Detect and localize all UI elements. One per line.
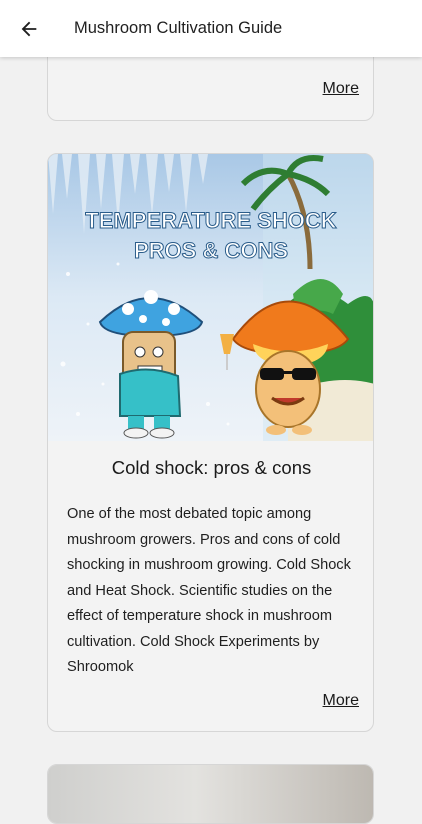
- article-description: One of the most debated topic among mush…: [67, 506, 351, 675]
- arrow-left-icon: [21, 21, 37, 37]
- thumbnail-heading-1: TEMPERATURE SHOCK: [85, 208, 336, 233]
- article-title: Cold shock: pros & cons: [111, 457, 312, 478]
- article-thumbnail: [48, 765, 373, 823]
- article-thumbnail: TEMPERATURE SHOCK PROS & CONS: [48, 154, 373, 441]
- article-card[interactable]: TEMPERATURE SHOCK PROS & CONS Cold shock…: [47, 153, 374, 732]
- page-title: Mushroom Cultivation Guide: [74, 19, 283, 37]
- article-card[interactable]: [47, 764, 374, 824]
- back-button[interactable]: [14, 14, 44, 44]
- app-bar: Mushroom Cultivation Guide: [0, 0, 422, 57]
- more-link[interactable]: More: [323, 692, 359, 710]
- more-link[interactable]: More: [323, 80, 359, 98]
- thumbnail-heading-2: PROS & CONS: [134, 238, 288, 263]
